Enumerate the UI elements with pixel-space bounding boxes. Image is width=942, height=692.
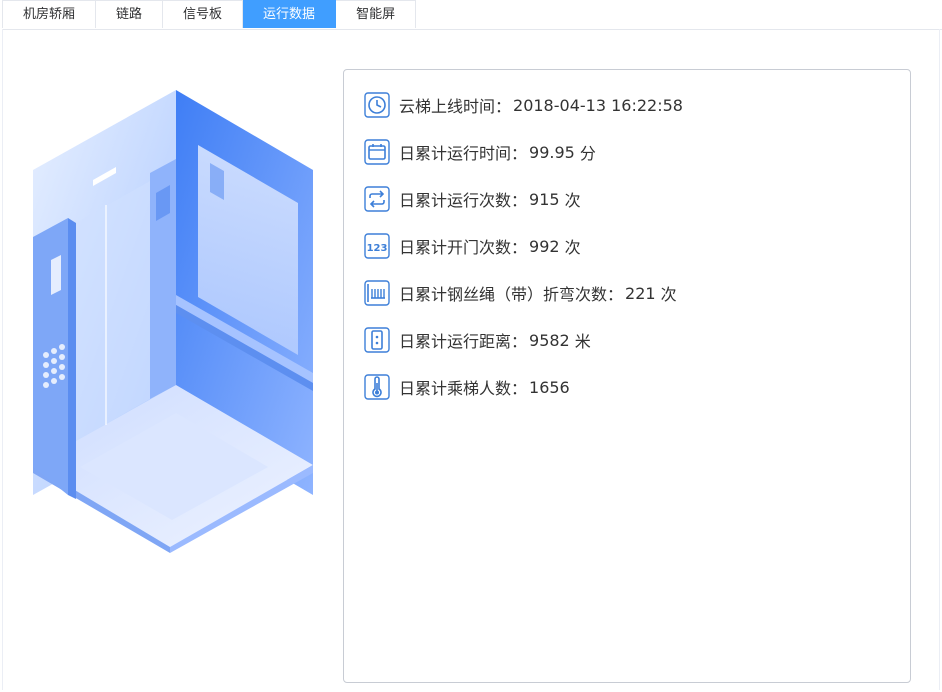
running-data-panel: 云梯上线时间： 2018-04-13 16:22:58 日累计运行时间： 99.… bbox=[343, 69, 911, 683]
stat-row-online-time: 云梯上线时间： 2018-04-13 16:22:58 bbox=[364, 90, 683, 120]
stat-label: 日累计开门次数： bbox=[399, 238, 528, 257]
elevator-car-illustration bbox=[33, 90, 313, 553]
stat-row-rope-bend-count: 日累计钢丝绳（带）折弯次数： 221 次 bbox=[364, 278, 677, 308]
tab-machine-room-car[interactable]: 机房轿厢 bbox=[2, 0, 97, 28]
svg-text:123: 123 bbox=[367, 243, 388, 254]
stat-value: 99.95 bbox=[529, 142, 575, 162]
stat-value: 2018-04-13 16:22:58 bbox=[513, 95, 683, 115]
thermometer-icon bbox=[364, 374, 390, 400]
number-icon: 123 bbox=[364, 233, 390, 259]
stat-label: 日累计运行距离： bbox=[399, 332, 528, 351]
stat-row-passenger-count: 日累计乘梯人数： 1656 bbox=[364, 372, 570, 402]
calendar-icon bbox=[364, 139, 390, 165]
stat-unit: 米 bbox=[574, 332, 591, 351]
elevator-button-icon bbox=[364, 327, 390, 353]
stat-label: 日累计运行次数： bbox=[399, 191, 528, 210]
stat-value: 9582 bbox=[529, 330, 570, 350]
stat-row-door-open-count: 123 日累计开门次数： 992 次 bbox=[364, 231, 581, 261]
tab-running-data[interactable]: 运行数据 bbox=[243, 0, 337, 28]
clock-icon bbox=[364, 92, 390, 118]
stat-label: 日累计钢丝绳（带）折弯次数： bbox=[399, 285, 624, 304]
wire-rope-icon bbox=[364, 280, 390, 306]
stat-label: 云梯上线时间： bbox=[399, 97, 512, 116]
stat-label: 日累计乘梯人数： bbox=[399, 379, 528, 398]
stat-unit: 次 bbox=[660, 285, 677, 304]
stat-unit: 次 bbox=[564, 238, 581, 257]
stat-value: 1656 bbox=[529, 377, 570, 397]
stat-row-run-distance: 日累计运行距离： 9582 米 bbox=[364, 325, 591, 355]
tab-signal-board[interactable]: 信号板 bbox=[163, 0, 244, 28]
stat-unit: 次 bbox=[564, 191, 581, 210]
stat-value: 221 bbox=[625, 283, 656, 303]
tab-link[interactable]: 链路 bbox=[96, 0, 164, 28]
stat-label: 日累计运行时间： bbox=[399, 144, 528, 163]
stat-row-run-time: 日累计运行时间： 99.95 分 bbox=[364, 137, 596, 167]
stat-value: 992 bbox=[529, 236, 560, 256]
tab-bar: 机房轿厢 链路 信号板 运行数据 智能屏 bbox=[2, 0, 942, 30]
stat-row-run-count: 日累计运行次数： 915 次 bbox=[364, 184, 581, 214]
stat-unit: 分 bbox=[579, 144, 596, 163]
stat-value: 915 bbox=[529, 189, 560, 209]
repeat-icon bbox=[364, 186, 390, 212]
tab-smart-screen[interactable]: 智能屏 bbox=[336, 0, 417, 28]
